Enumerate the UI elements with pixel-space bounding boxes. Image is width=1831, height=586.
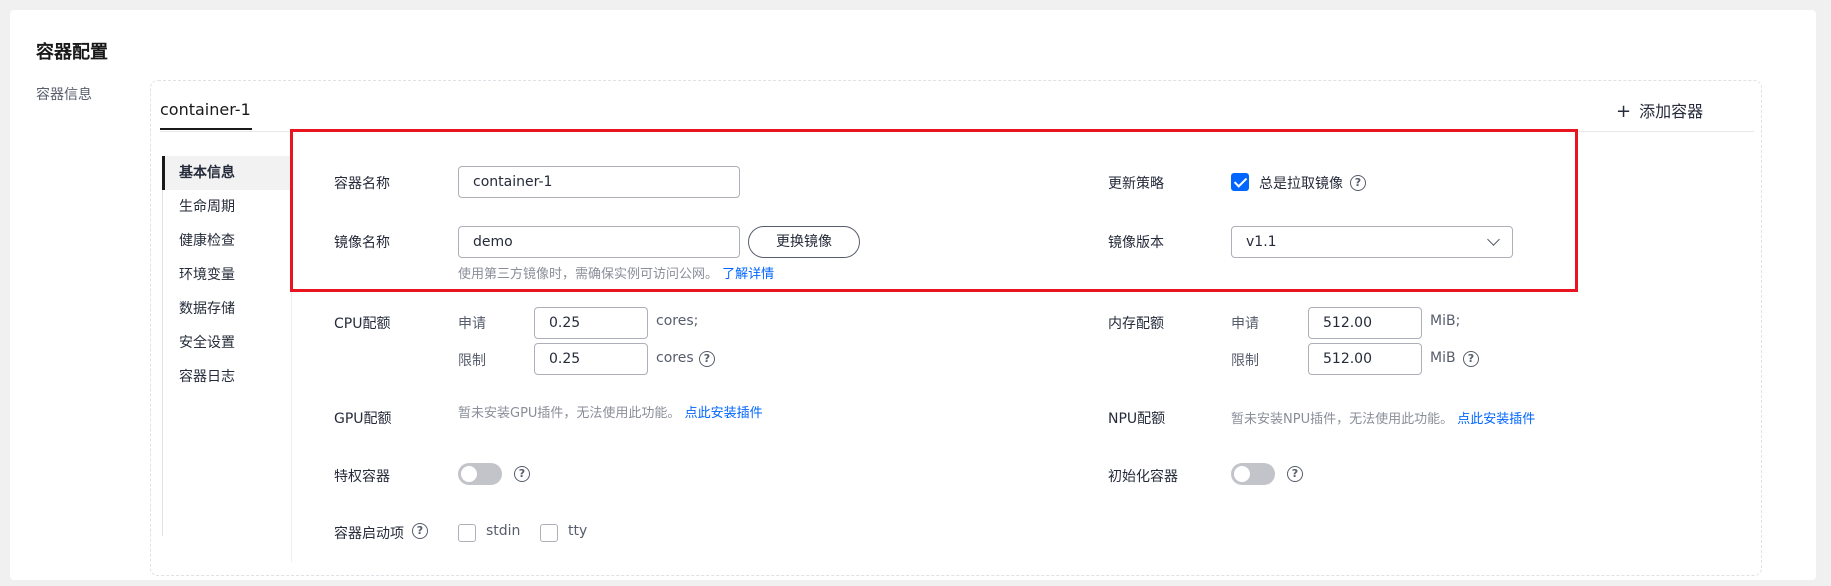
npu-hint-text: 暂未安装NPU插件，无法使用此功能。 [1231,412,1454,427]
memory-limit-input[interactable]: 512.00 [1308,343,1422,375]
help-icon[interactable]: ? [1463,351,1479,367]
help-icon[interactable]: ? [514,466,530,482]
memory-request-input[interactable]: 512.00 [1308,307,1422,339]
page-title: 容器配置 [36,42,108,63]
npu-hint: 暂未安装NPU插件，无法使用此功能。 点此安装插件 [1231,408,1535,427]
memory-request-label: 申请 [1231,316,1259,332]
section-label: 容器信息 [36,87,92,103]
memory-quota-label: 内存配额 [1108,316,1164,332]
install-gpu-plugin-link[interactable]: 点此安装插件 [685,406,763,421]
cpu-limit-label: 限制 [458,353,486,369]
init-container-label: 初始化容器 [1108,469,1178,485]
nav-item-env-vars[interactable]: 环境变量 [162,258,291,292]
help-icon[interactable]: ? [1287,466,1303,482]
install-npu-plugin-link[interactable]: 点此安装插件 [1457,412,1535,427]
cpu-limit-input[interactable]: 0.25 [534,343,648,375]
gpu-hint: 暂未安装GPU插件，无法使用此功能。 点此安装插件 [458,402,763,421]
plus-icon: + [1616,101,1632,122]
nav-item-logs[interactable]: 容器日志 [162,360,291,394]
privileged-label: 特权容器 [334,469,390,485]
tty-label: tty [568,523,588,539]
cpu-request-unit: cores; [656,313,699,329]
container-settings-nav: 基本信息 生命周期 健康检查 环境变量 数据存储 安全设置 容器日志 [162,156,292,562]
gpu-hint-text: 暂未安装GPU插件，无法使用此功能。 [458,406,681,421]
nav-item-security[interactable]: 安全设置 [162,326,291,360]
gpu-quota-label: GPU配额 [334,411,392,427]
memory-limit-label: 限制 [1231,353,1259,369]
memory-request-unit: MiB; [1430,313,1461,329]
highlight-box [290,129,1578,292]
cpu-request-input[interactable]: 0.25 [534,307,648,339]
nav-item-data-storage[interactable]: 数据存储 [162,292,291,326]
memory-limit-unit: MiB [1430,350,1456,366]
help-icon[interactable]: ? [412,523,428,539]
tab-container-1[interactable]: container-1 [160,100,252,130]
stdin-label: stdin [486,523,521,539]
cpu-quota-label: CPU配额 [334,316,391,332]
nav-item-lifecycle[interactable]: 生命周期 [162,190,291,224]
cpu-request-label: 申请 [458,316,486,332]
privileged-toggle[interactable] [458,463,502,485]
npu-quota-label: NPU配额 [1108,411,1166,427]
help-icon[interactable]: ? [699,351,715,367]
init-container-toggle[interactable] [1231,463,1275,485]
nav-item-basic-info[interactable]: 基本信息 [162,156,291,190]
tty-checkbox[interactable] [540,524,558,542]
add-container-label: 添加容器 [1639,102,1704,121]
cpu-limit-unit: cores [656,350,694,366]
stdin-checkbox[interactable] [458,524,476,542]
nav-item-health-check[interactable]: 健康检查 [162,224,291,258]
startup-options-label: 容器启动项 [334,526,404,542]
add-container-button[interactable]: + 添加容器 [1616,98,1703,122]
